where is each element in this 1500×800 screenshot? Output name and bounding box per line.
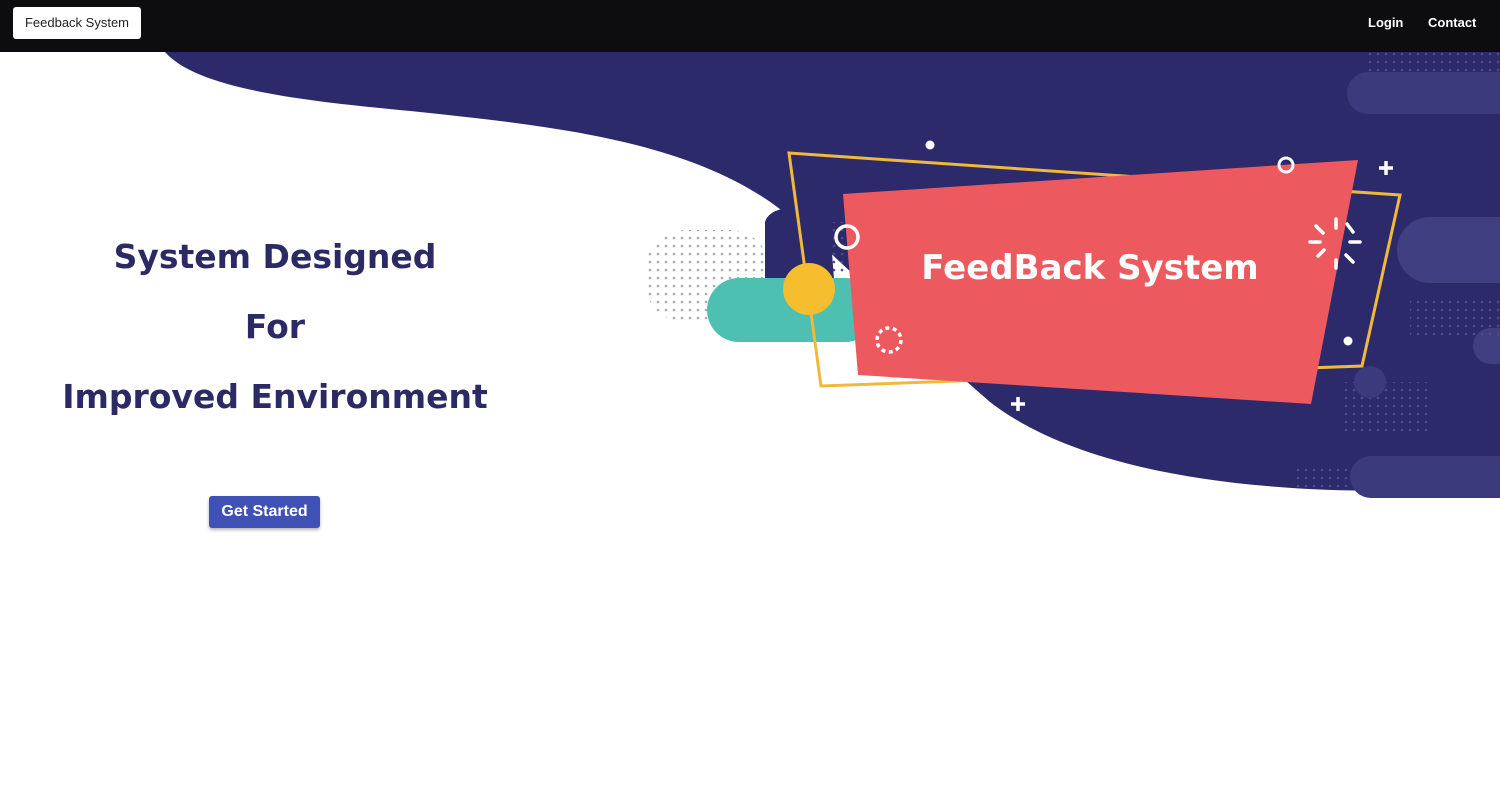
banner-title: FeedBack System xyxy=(921,248,1259,288)
hero-heading-line: System Designed xyxy=(113,237,437,276)
hero-heading-line: Improved Environment xyxy=(62,377,488,416)
get-started-button[interactable]: Get Started xyxy=(209,496,320,528)
decor-circle xyxy=(1354,366,1386,398)
nav-link-login[interactable]: Login xyxy=(1368,14,1403,32)
hero-heading-line: For xyxy=(244,307,306,346)
hero-heading: System Designed For Improved Environment xyxy=(40,222,510,432)
decor-dots xyxy=(1410,300,1500,340)
decor-dots xyxy=(1295,467,1350,492)
nav-link-contact[interactable]: Contact xyxy=(1428,14,1476,32)
decor-dots xyxy=(1340,382,1430,432)
brand-button[interactable]: Feedback System xyxy=(13,7,141,39)
decor-dot xyxy=(1343,336,1353,346)
navbar: Feedback System Login Contact xyxy=(0,0,1500,52)
decor-pill xyxy=(1397,217,1500,283)
decor-dots xyxy=(1365,52,1500,74)
decor-pill xyxy=(1350,456,1500,498)
decor-pill xyxy=(1347,72,1500,114)
decor-yellow-circle xyxy=(783,263,835,315)
decor-dot xyxy=(925,140,935,150)
